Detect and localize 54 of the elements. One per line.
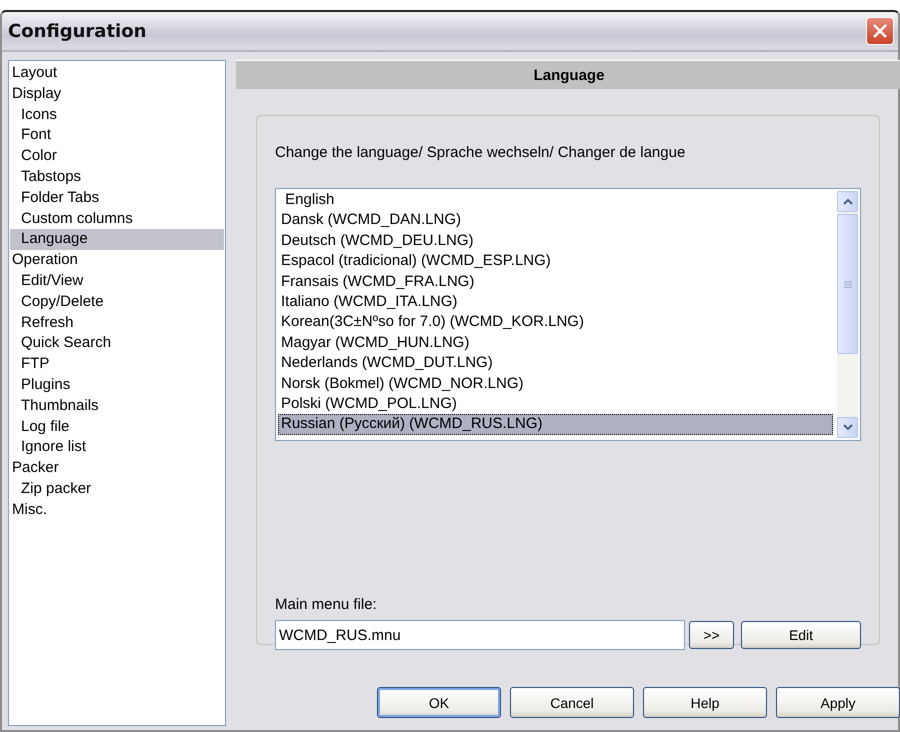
- list-item[interactable]: Nederlands (WCMD_DUT.LNG): [278, 353, 833, 374]
- list-item[interactable]: Italiano (WCMD_ITA.LNG): [278, 292, 833, 312]
- tree-item[interactable]: Language: [10, 229, 224, 250]
- list-item[interactable]: Magyar (WCMD_HUN.LNG): [278, 332, 833, 354]
- scroll-thumb[interactable]: [837, 214, 858, 354]
- tree-item[interactable]: Edit/View: [10, 270, 224, 292]
- tree-item[interactable]: Custom columns: [10, 208, 224, 230]
- list-item[interactable]: Espacol (tradicional) (WCMD_ESP.LNG): [278, 251, 833, 272]
- menu-file-label: Main menu file:: [275, 596, 378, 613]
- dialog-button[interactable]: Apply: [776, 687, 900, 718]
- tree-item[interactable]: Quick Search: [10, 333, 224, 354]
- scrollbar[interactable]: [837, 191, 858, 438]
- tree-item[interactable]: Color: [10, 146, 224, 167]
- close-icon: [872, 23, 888, 39]
- scroll-up-button[interactable]: [837, 191, 858, 212]
- tree-item[interactable]: Log file: [10, 416, 224, 438]
- tree-item[interactable]: Zip packer: [10, 478, 224, 500]
- tree-item[interactable]: Icons: [10, 104, 224, 126]
- tree-item[interactable]: Thumbnails: [10, 396, 224, 417]
- dialog-button[interactable]: OK: [377, 687, 501, 718]
- tree-item[interactable]: Tabstops: [10, 166, 224, 188]
- tree-item[interactable]: Folder Tabs: [10, 188, 224, 209]
- tree-item[interactable]: Misc.: [10, 500, 224, 521]
- tree-item[interactable]: Plugins: [10, 374, 224, 396]
- chevron-down-icon: [842, 424, 852, 431]
- section-header: Language: [236, 60, 900, 89]
- list-item[interactable]: Russian (Русский) (WCMD_RUS.LNG): [278, 414, 833, 435]
- edit-button[interactable]: Edit: [741, 621, 861, 649]
- close-button[interactable]: [866, 17, 894, 45]
- tree-item[interactable]: Refresh: [10, 312, 224, 334]
- dialog-button[interactable]: Help: [643, 687, 767, 718]
- tree-item[interactable]: Packer: [10, 458, 224, 479]
- list-item[interactable]: Deutsch (WCMD_DEU.LNG): [278, 230, 833, 252]
- chevron-up-icon: [842, 198, 852, 205]
- tree-item[interactable]: Layout: [10, 63, 224, 84]
- list-item[interactable]: Norsk (Bokmel) (WCMD_NOR.LNG): [278, 374, 833, 394]
- scroll-down-button[interactable]: [837, 417, 858, 438]
- list-item[interactable]: Korean(3C±Nºso for 7.0) (WCMD_KOR.LNG): [278, 312, 833, 333]
- window-title: Configuration: [8, 20, 146, 42]
- tree-item[interactable]: Display: [10, 84, 224, 105]
- grip-icon: [844, 280, 852, 288]
- list-item[interactable]: English: [278, 190, 833, 210]
- list-item[interactable]: Fransais (WCMD_FRA.LNG): [278, 272, 833, 292]
- tree-item[interactable]: Ignore list: [10, 437, 224, 458]
- tree-item[interactable]: Font: [10, 125, 224, 146]
- list-item[interactable]: Polski (WCMD_POL.LNG): [278, 394, 833, 414]
- browse-button[interactable]: >>: [689, 621, 734, 649]
- language-label: Change the language/ Sprache wechseln/ Changer de langue: [275, 144, 686, 161]
- list-item[interactable]: Dansk (WCMD_DAN.LNG): [278, 210, 833, 231]
- tree-item[interactable]: Copy/Delete: [10, 292, 224, 313]
- tree-item[interactable]: FTP: [10, 354, 224, 375]
- tree-item[interactable]: Operation: [10, 250, 224, 271]
- menu-file-field[interactable]: WCMD_RUS.mnu: [275, 620, 685, 650]
- dialog-button[interactable]: Cancel: [510, 687, 634, 718]
